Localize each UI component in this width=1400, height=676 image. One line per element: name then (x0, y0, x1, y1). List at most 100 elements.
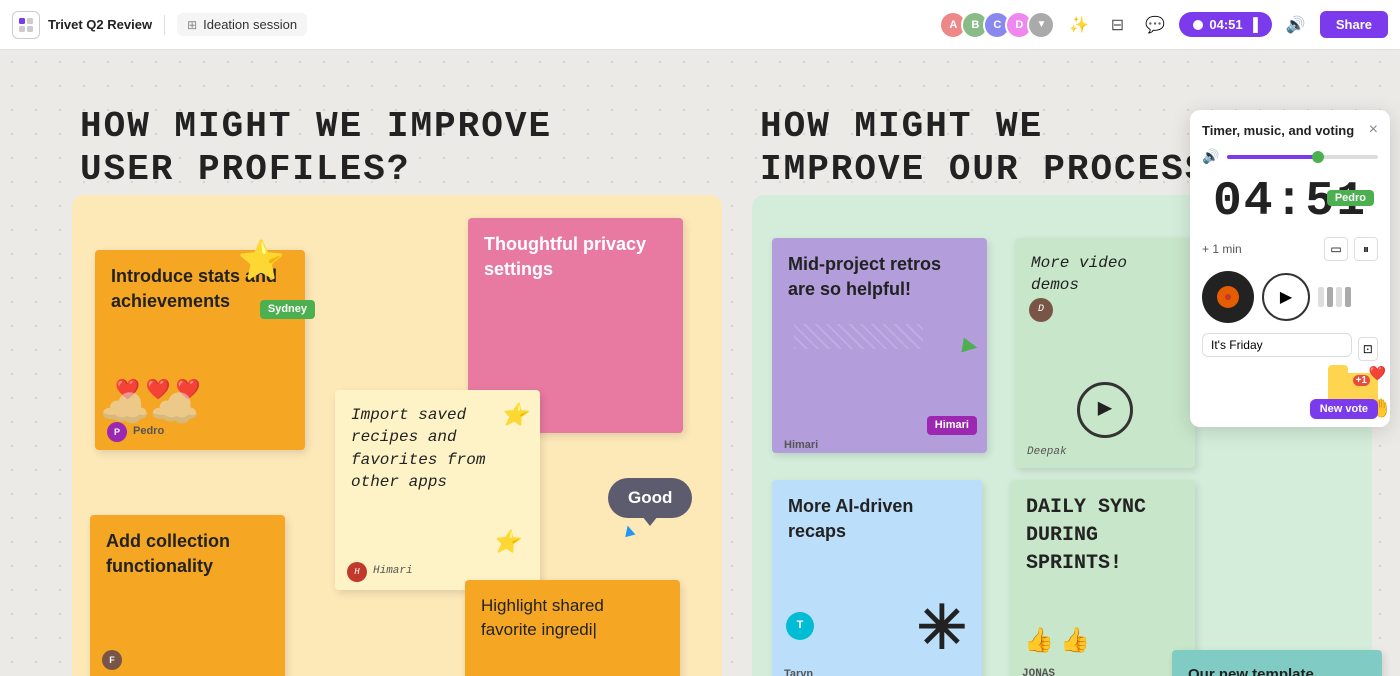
author-himari-import: H Himari (347, 562, 413, 582)
sticky-highlight-shared[interactable]: Highlight shared favorite ingredi| (465, 580, 680, 676)
heading-user-profiles: HOW MIGHT WE IMPROVE USER PROFILES? (80, 105, 552, 191)
taryn-name: Taryn (784, 667, 813, 676)
sticky-text-ai: More AI-driven recaps (788, 496, 913, 541)
cloud-decoration: ☁️☁️ (100, 385, 200, 432)
expand-btn[interactable]: ⊡ (1358, 337, 1378, 361)
sticky-text-collection: Add collection functionality (106, 531, 230, 576)
active-tab[interactable]: ⊞ Ideation session (177, 13, 307, 36)
sticky-text-daily-sync: DAILY SYNC DURING SPRINTS! (1026, 496, 1146, 575)
himari-retro-name: Himari (784, 438, 818, 453)
timer-button[interactable]: 04:51 ▐ (1179, 12, 1271, 37)
sticky-text-privacy: Thoughtful privacy settings (484, 234, 646, 279)
topbar: Trivet Q2 Review ⊞ Ideation session A B … (0, 0, 1400, 50)
timer-panel-title: Timer, music, and voting (1202, 123, 1354, 138)
sticky-mid-project[interactable]: Mid-project retros are so helpful! Himar… (772, 238, 987, 453)
timer-square-button[interactable]: ▭ (1324, 237, 1348, 261)
pedro-label-panel: Pedro (1327, 190, 1374, 206)
music-select-row: It's Friday ⊡ (1202, 333, 1378, 365)
jonas-name: Jonas (1022, 667, 1055, 676)
timer-pause-button[interactable]: ⏸ (1354, 237, 1378, 261)
tab-label: Ideation session (203, 17, 297, 32)
heading1-line2: USER PROFILES? (80, 148, 552, 191)
sticky-import-recipes[interactable]: Import saved recipes and favorites from … (335, 390, 540, 590)
notification-badge: +1 (1353, 375, 1370, 386)
music-player: ▶ (1202, 271, 1378, 323)
thumbs-up-1: 👍 (1024, 626, 1054, 660)
bubble-tail (642, 516, 658, 526)
play-button[interactable]: ▶ (1077, 382, 1133, 438)
wave-dot-1 (1318, 287, 1324, 307)
timer-panel: Timer, music, and voting × 🔊 Pedro 04:51… (1190, 110, 1390, 427)
heart-emoji: ❤️ (1369, 365, 1386, 382)
chat-icon[interactable]: 💬 (1141, 11, 1169, 39)
collaborator-avatars: A B C D ▼ (939, 11, 1055, 39)
sticky-text-import: Import saved recipes and favorites from … (351, 406, 485, 491)
wave-dot-4 (1345, 287, 1351, 307)
new-vote-button[interactable]: New vote (1310, 399, 1378, 419)
timer-controls: + 1 min ▭ ⏸ (1202, 237, 1378, 261)
sticky-video-demos[interactable]: More video demos ▶ D Deepak (1015, 238, 1195, 468)
timer-value: 04:51 (1209, 17, 1242, 32)
sticky-new-template[interactable]: Our new template structure is (1172, 650, 1382, 676)
music-play-button[interactable]: ▶ (1262, 273, 1310, 321)
share-button[interactable]: Share (1320, 11, 1388, 38)
himari-label: Himari (927, 416, 977, 435)
sticky-daily-sync[interactable]: DAILY SYNC DURING SPRINTS! 👍 👍 Jonas (1010, 480, 1195, 676)
author-jonas: Jonas (1022, 667, 1055, 676)
tab-icon: ⊞ (187, 18, 197, 32)
sticky-ai-recaps[interactable]: More AI-driven recaps ✳ T Taryn (772, 480, 982, 676)
sparkle-icon[interactable]: ✨ (1065, 11, 1093, 39)
volume-icon-top[interactable]: 🔊 (1282, 11, 1310, 39)
author-fiona: F (102, 650, 122, 670)
heading1-line1: HOW MIGHT WE IMPROVE (80, 105, 552, 148)
himari-name-import: Himari (373, 564, 413, 579)
music-track-select[interactable]: It's Friday (1202, 333, 1352, 357)
project-name: Trivet Q2 Review (48, 17, 152, 32)
heading2-line2: IMPROVE OUR PROCESS? (760, 148, 1232, 191)
canvas-area: HOW MIGHT WE IMPROVE USER PROFILES? HOW … (0, 50, 1400, 676)
burst-deco: ✳ (917, 586, 967, 670)
timer-close-button[interactable]: × (1369, 122, 1378, 138)
heading2-line1: HOW MIGHT WE (760, 105, 1232, 148)
heading-improve-process: HOW MIGHT WE IMPROVE OUR PROCESS? (760, 105, 1232, 191)
author-deepak-video: Deepak (1027, 445, 1067, 460)
cursor-green-arrow: ▶ (961, 332, 979, 359)
vinyl-label (1217, 286, 1239, 308)
sticky-text-template: Our new template structure is (1188, 666, 1314, 676)
timer-bar-icon: ▐ (1249, 17, 1258, 32)
good-label: Good (628, 488, 672, 507)
sticky-add-collection[interactable]: Add collection functionality F Fiona Dee… (90, 515, 285, 676)
add-minute-button[interactable]: + 1 min (1202, 242, 1242, 256)
timer-dot (1193, 20, 1203, 30)
vinyl-disc (1202, 271, 1254, 323)
topbar-divider (164, 15, 165, 35)
author-himari-retro: Himari (784, 438, 818, 453)
volume-bar[interactable] (1227, 155, 1378, 159)
volume-control: 🔊 (1202, 148, 1378, 165)
volume-fill (1227, 155, 1317, 159)
wave-dot-3 (1336, 287, 1342, 307)
topbar-left: Trivet Q2 Review ⊞ Ideation session (12, 11, 307, 39)
timer-control-buttons: ▭ ⏸ (1324, 237, 1378, 261)
sticky-text-video: More video demos (1031, 254, 1127, 294)
volume-thumb (1312, 151, 1324, 163)
star-decoration: ⭐ (238, 235, 285, 288)
star-small-2: ⭐ (493, 529, 520, 560)
new-vote-area: ❤️ 🤚 +1 New vote (1202, 373, 1378, 415)
thumbs-up-2: 👍 (1060, 626, 1090, 660)
deepak-name-video: Deepak (1027, 445, 1067, 460)
good-bubble: Good (608, 478, 692, 518)
sticky-text-mid-project: Mid-project retros are so helpful! (788, 254, 941, 299)
himari-avatar-import: H (347, 562, 367, 582)
topbar-right: A B C D ▼ ✨ ⊟ 💬 04:51 ▐ 🔊 Share (939, 11, 1388, 39)
grid-icon[interactable]: ⊟ (1103, 11, 1131, 39)
author-taryn: Taryn (784, 667, 813, 676)
music-waveform (1318, 287, 1351, 307)
deepak-avatar-video: D (1029, 298, 1053, 322)
taryn-avatar: T (786, 612, 814, 640)
fiona-avatar: F (102, 650, 122, 670)
app-logo[interactable] (12, 11, 40, 39)
timer-panel-header: Timer, music, and voting × (1202, 122, 1378, 138)
wave-dot-2 (1327, 287, 1333, 307)
avatar-more[interactable]: ▼ (1027, 11, 1055, 39)
